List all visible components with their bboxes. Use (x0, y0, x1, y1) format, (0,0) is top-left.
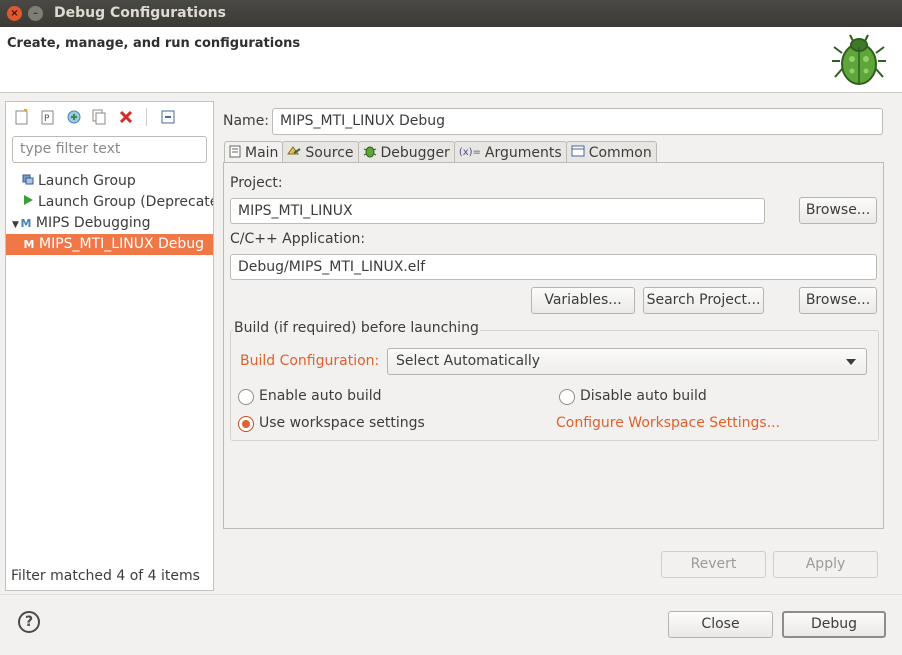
close-button[interactable]: Close (668, 611, 773, 638)
use-workspace-settings-label: Use workspace settings (259, 415, 425, 431)
window-minimize-button[interactable]: – (28, 6, 43, 21)
debugger-tab-icon (363, 144, 377, 162)
variables-button[interactable]: Variables... (531, 287, 635, 314)
use-workspace-settings-radio[interactable] (238, 416, 254, 432)
tree-toolbar: P (12, 108, 177, 126)
collapse-all-icon[interactable] (158, 108, 177, 126)
tree-item-label: MIPS_MTI_LINUX Debug (39, 236, 205, 252)
mips-debugging-icon: M (20, 217, 32, 230)
duplicate-configuration-icon[interactable] (90, 108, 109, 126)
footer-divider (0, 594, 902, 595)
source-tab-icon (287, 144, 301, 161)
tab-main[interactable]: Main (224, 141, 284, 164)
build-configuration-select[interactable]: Select Automatically (387, 348, 867, 375)
name-field[interactable]: MIPS_MTI_LINUX Debug (272, 108, 883, 135)
chevron-down-icon (846, 359, 856, 365)
tree-item-launch-group-deprecated[interactable]: Launch Group (Deprecated) (6, 192, 213, 213)
tree-item-label: Launch Group (38, 173, 136, 189)
tab-label: Common (588, 144, 652, 161)
project-label: Project: (230, 175, 283, 191)
application-browse-button[interactable]: Browse... (799, 287, 877, 314)
svg-text:P: P (44, 114, 50, 124)
launch-group-icon (21, 171, 35, 192)
window-titlebar: × – Debug Configurations (0, 0, 902, 27)
new-configuration-icon[interactable] (12, 108, 31, 126)
enable-auto-build-radio[interactable] (238, 389, 254, 405)
tab-bar: Main Source Debugger (x)= Arguments Commo… (224, 141, 657, 164)
tab-label: Arguments (484, 144, 562, 161)
project-browse-button[interactable]: Browse... (799, 197, 877, 224)
revert-button[interactable]: Revert (661, 551, 766, 578)
main-tab-icon (229, 145, 241, 162)
chevron-down-icon[interactable]: ▼ (12, 220, 19, 230)
filter-input[interactable]: type filter text (12, 136, 207, 163)
new-prototype-icon[interactable]: P (38, 108, 57, 126)
delete-configuration-icon[interactable] (116, 108, 135, 126)
tree-item-launch-group[interactable]: Launch Group (6, 171, 213, 192)
search-project-button[interactable]: Search Project... (643, 287, 764, 314)
disable-auto-build-radio[interactable] (559, 389, 575, 405)
tree-item-label: MIPS Debugging (35, 215, 151, 231)
toolbar-separator (146, 108, 147, 126)
common-tab-icon (571, 145, 585, 161)
main-tab-panel: Project: MIPS_MTI_LINUX Browse... C/C++ … (223, 162, 884, 529)
tab-label: Source (305, 144, 354, 161)
export-configuration-icon[interactable] (64, 108, 83, 126)
tab-debugger[interactable]: Debugger (357, 141, 455, 163)
tab-label: Debugger (380, 144, 450, 161)
tab-common[interactable]: Common (565, 141, 657, 163)
window-title: Debug Configurations (54, 5, 226, 21)
tree-item-mips-mti-linux-debug[interactable]: M MIPS_MTI_LINUX Debug (6, 234, 213, 255)
help-icon[interactable]: ? (18, 611, 40, 633)
filter-status: Filter matched 4 of 4 items (11, 568, 200, 584)
arguments-tab-icon: (x)= (458, 147, 481, 158)
name-label: Name: (223, 113, 270, 129)
project-field[interactable]: MIPS_MTI_LINUX (230, 198, 765, 224)
application-field[interactable]: Debug/MIPS_MTI_LINUX.elf (230, 254, 877, 280)
configuration-tree-pane: P type filter text Launch Group Launch G… (5, 101, 214, 591)
tab-label: Main (245, 145, 279, 161)
mips-config-icon: M (23, 238, 35, 251)
launch-group-deprecated-icon (21, 192, 35, 213)
disable-auto-build-label: Disable auto build (580, 388, 707, 404)
window-close-button[interactable]: × (7, 6, 22, 21)
enable-auto-build-label: Enable auto build (259, 388, 382, 404)
debug-button[interactable]: Debug (782, 611, 886, 638)
dialog-header-title: Create, manage, and run configurations (7, 36, 301, 51)
configuration-tree: Launch Group Launch Group (Deprecated) ▼… (6, 171, 213, 255)
application-label: C/C++ Application: (230, 231, 366, 247)
configure-workspace-settings-link[interactable]: Configure Workspace Settings... (556, 415, 780, 431)
tab-source[interactable]: Source (282, 141, 359, 163)
apply-button[interactable]: Apply (773, 551, 878, 578)
tab-arguments[interactable]: (x)= Arguments (453, 141, 567, 163)
dialog-header: Create, manage, and run configurations (0, 27, 902, 93)
build-group-title: Build (if required) before launching (233, 320, 480, 336)
build-configuration-value: Select Automatically (396, 353, 541, 369)
tree-item-mips-debugging[interactable]: ▼ M MIPS Debugging (6, 213, 213, 234)
tree-item-label: Launch Group (Deprecated) (38, 194, 213, 210)
build-configuration-label: Build Configuration: (240, 353, 380, 369)
debug-bug-icon (830, 31, 888, 93)
